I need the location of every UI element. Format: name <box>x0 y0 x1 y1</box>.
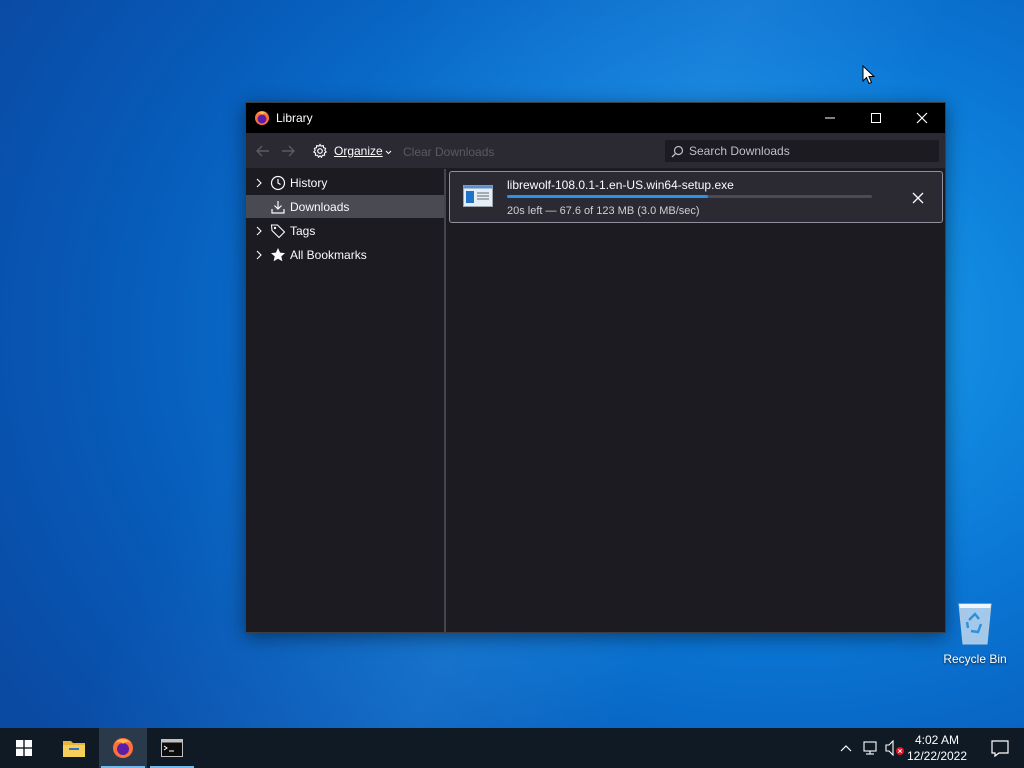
clock-icon <box>270 175 286 190</box>
sidebar-item-label: All Bookmarks <box>290 247 367 262</box>
file-explorer-icon <box>63 741 85 757</box>
show-hidden-icons-button[interactable] <box>836 738 856 758</box>
search-input[interactable] <box>689 141 939 161</box>
download-progress-bar <box>507 195 872 198</box>
recycle-bin[interactable]: Recycle Bin <box>940 600 1010 670</box>
mouse-cursor-icon <box>862 65 876 85</box>
close-icon <box>916 112 928 124</box>
organize-label: Organize <box>334 144 383 158</box>
taskbar-librewolf[interactable] <box>99 728 147 768</box>
maximize-button[interactable] <box>853 103 899 133</box>
download-filename: librewolf-108.0.1-1.en-US.win64-setup.ex… <box>507 178 734 192</box>
sidebar-item-label: Tags <box>290 223 316 238</box>
arrow-right-icon[interactable] <box>279 142 297 160</box>
arrow-left-icon[interactable] <box>254 142 272 160</box>
volume-muted-icon <box>885 740 904 756</box>
clock-time: 4:02 AM <box>914 733 960 747</box>
taskbar-file-explorer[interactable] <box>50 728 98 768</box>
chevron-right-icon[interactable] <box>255 178 263 188</box>
taskbar: 4:02 AM 12/22/2022 <box>0 728 1024 768</box>
network-tray-button[interactable] <box>861 738 881 758</box>
library-sidebar: History Downloads Tags All Bookmarks <box>246 169 446 632</box>
sidebar-item-tags[interactable]: Tags <box>246 219 444 242</box>
download-icon <box>271 200 285 214</box>
notification-icon[interactable] <box>990 738 1010 758</box>
network-icon <box>863 741 877 755</box>
windows-start-icon <box>16 740 32 756</box>
minimize-button[interactable] <box>807 103 853 133</box>
close-button[interactable] <box>899 103 945 133</box>
terminal-icon <box>161 739 183 757</box>
cancel-download-button[interactable] <box>908 188 928 208</box>
search-box[interactable] <box>664 139 940 163</box>
librewolf-icon <box>255 111 269 125</box>
volume-tray-button[interactable] <box>885 738 905 758</box>
download-item[interactable]: librewolf-108.0.1-1.en-US.win64-setup.ex… <box>449 171 943 223</box>
tag-icon <box>270 223 286 238</box>
title-bar[interactable]: Library <box>246 103 945 133</box>
chevron-up-icon <box>840 745 852 752</box>
download-status: 20s left — 67.6 of 123 MB (3.0 MB/sec) <box>507 205 700 217</box>
gear-icon <box>312 143 328 159</box>
taskbar-clock[interactable]: 4:02 AM 12/22/2022 <box>906 732 968 764</box>
clock-date: 12/22/2022 <box>906 749 968 763</box>
sidebar-item-downloads[interactable]: Downloads <box>246 195 444 218</box>
sidebar-item-label: Downloads <box>290 199 350 214</box>
clear-downloads-button[interactable]: Clear Downloads <box>403 145 494 159</box>
download-progress-fill <box>507 195 708 198</box>
sidebar-item-label: History <box>290 175 328 190</box>
start-button[interactable] <box>0 728 48 768</box>
installer-file-icon <box>463 185 493 207</box>
window-title: Library <box>276 111 313 125</box>
chevron-right-icon[interactable] <box>255 226 263 236</box>
star-icon <box>271 247 285 261</box>
sidebar-item-all-bookmarks[interactable]: All Bookmarks <box>246 243 444 266</box>
taskbar-terminal[interactable] <box>148 728 196 768</box>
recycle-bin-label: Recycle Bin <box>943 652 1007 666</box>
downloads-list: librewolf-108.0.1-1.en-US.win64-setup.ex… <box>447 169 945 632</box>
cancel-icon <box>912 192 924 204</box>
library-toolbar: Organize Clear Downloads <box>246 133 945 169</box>
recycle-bin-icon <box>958 603 992 645</box>
librewolf-icon <box>113 738 133 758</box>
chevron-down-icon <box>385 150 392 154</box>
sidebar-item-history[interactable]: History <box>246 171 444 194</box>
chevron-right-icon[interactable] <box>255 250 263 260</box>
organize-button[interactable]: Organize <box>312 141 392 161</box>
minimize-icon <box>825 117 835 119</box>
maximize-icon <box>871 113 881 123</box>
library-window: Library Organize Clear Downloads Search … <box>245 102 946 633</box>
search-icon <box>671 145 684 157</box>
